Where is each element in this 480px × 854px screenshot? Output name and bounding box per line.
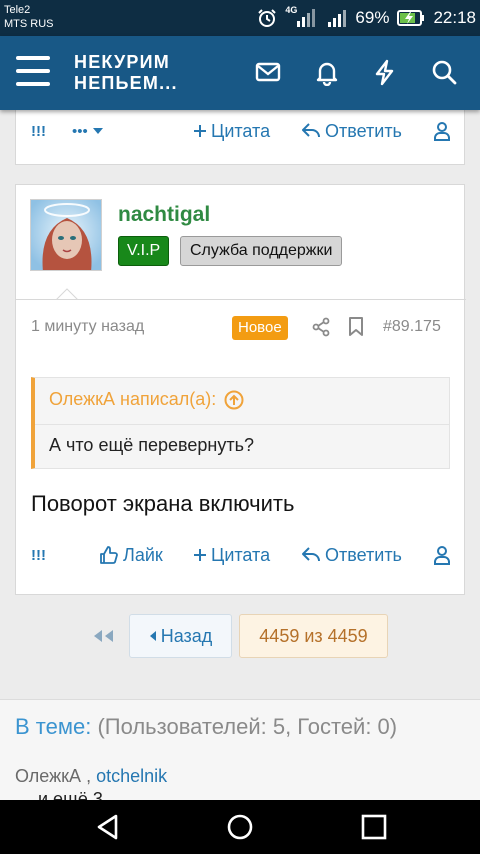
carrier-1: Tele2 xyxy=(4,4,31,16)
carrier-2: MTS RUS xyxy=(4,18,54,30)
topic-visitors: В теме: (Пользователей: 5, Гостей: 0) Ол… xyxy=(0,699,480,800)
site-logo[interactable]: НЕКУРИМ НЕПЬЕМ... xyxy=(74,52,178,94)
alarm-icon xyxy=(258,9,277,27)
quote-button[interactable]: Цитата xyxy=(193,111,270,151)
post-number-link[interactable]: #89.175 xyxy=(383,318,441,336)
more-label: ••• xyxy=(72,122,88,140)
carrier-info: Tele2 MTS RUS xyxy=(4,3,54,31)
visitor-user-1[interactable]: ОлежкА xyxy=(15,766,81,786)
quote-label: Цитата xyxy=(211,120,271,141)
quote-header[interactable]: ОлежкА написал(а): xyxy=(49,389,244,410)
report-label: !!! xyxy=(31,122,46,140)
post-message: Поворот экрана включить xyxy=(31,491,295,516)
first-page-icon[interactable] xyxy=(90,614,120,658)
previous-page-button[interactable]: Назад xyxy=(129,614,232,658)
back-icon[interactable] xyxy=(94,813,122,841)
quote-label: Цитата xyxy=(211,544,271,565)
like-label: Лайк xyxy=(123,544,163,565)
battery-percent: 69% xyxy=(355,8,390,27)
reply-icon xyxy=(302,547,320,562)
avatar[interactable] xyxy=(30,199,102,271)
visitor-user-2[interactable]: otchelnik xyxy=(96,766,167,786)
back-label: Назад xyxy=(160,625,213,646)
status-bar: Tele2 MTS RUS 4G 69% 22:18 xyxy=(0,0,480,36)
previous-post-card: !!! ••• Цитата Ответить xyxy=(15,110,465,165)
quote-block: ОлежкА написал(а): А что ещё перевернуть… xyxy=(31,377,450,469)
quote-divider xyxy=(35,424,449,425)
post-header-divider xyxy=(16,299,466,300)
signal-icon xyxy=(328,10,347,27)
visitor-list: ОлежкА , otchelnik xyxy=(15,766,167,787)
clock: 22:18 xyxy=(433,8,476,27)
post-actions: !!! Лайк Цитата Ответить xyxy=(16,535,466,575)
search-icon[interactable] xyxy=(430,58,458,86)
status-icons: 4G 69% 22:18 xyxy=(257,0,476,36)
quote-author: ОлежкА написал(а): xyxy=(49,389,217,409)
bell-icon[interactable] xyxy=(313,58,341,87)
app-header: НЕКУРИМ НЕПЬЕМ... xyxy=(0,36,480,110)
visitor-more[interactable]: … и ещё 3 xyxy=(15,789,103,800)
thread-content: !!! ••• Цитата Ответить nachtigal V.I.P … xyxy=(0,110,480,800)
vip-badge: V.I.P xyxy=(118,236,170,266)
thumbs-up-icon xyxy=(100,546,118,564)
user-icon[interactable] xyxy=(433,535,451,575)
user-icon[interactable] xyxy=(433,111,451,151)
post-time[interactable]: 1 минуту назад xyxy=(31,318,144,336)
visitor-stats: (Пользователей: 5, Гостей: 0) xyxy=(97,714,398,739)
quote-text: А что ещё перевернуть? xyxy=(49,435,255,455)
more-menu-button[interactable]: ••• xyxy=(72,111,104,151)
logo-line-2: НЕПЬЕМ... xyxy=(74,73,178,93)
report-button[interactable]: !!! xyxy=(31,535,46,575)
reply-label: Ответить xyxy=(325,120,402,141)
recent-apps-icon[interactable] xyxy=(361,813,387,841)
post-card: nachtigal V.I.P Служба поддержки 1 минут… xyxy=(15,184,466,595)
reply-button[interactable]: Ответить xyxy=(301,111,402,151)
like-button[interactable]: Лайк xyxy=(99,535,163,575)
menu-icon[interactable] xyxy=(16,56,50,86)
bookmark-icon[interactable] xyxy=(347,316,365,341)
page-counter[interactable]: 4459 из 4459 xyxy=(239,614,388,658)
mail-icon[interactable] xyxy=(254,58,282,86)
lightning-icon[interactable] xyxy=(371,58,399,86)
report-label: !!! xyxy=(31,546,46,564)
reply-icon xyxy=(302,123,320,138)
logo-line-1: НЕКУРИМ xyxy=(74,52,170,72)
signal-4g-icon: 4G xyxy=(285,5,319,29)
previous-post-actions: !!! ••• Цитата Ответить xyxy=(16,111,466,151)
reply-button[interactable]: Ответить xyxy=(301,535,402,575)
new-badge: Новое xyxy=(232,316,288,340)
plus-icon xyxy=(194,549,206,561)
arrow-up-circle-icon[interactable] xyxy=(224,390,244,410)
in-topic-label: В теме: xyxy=(15,714,92,739)
page-info: 4459 из 4459 xyxy=(259,625,368,646)
quote-button[interactable]: Цитата xyxy=(193,535,270,575)
username-link[interactable]: nachtigal xyxy=(118,203,210,227)
caret-left-icon xyxy=(149,631,156,641)
caret-down-icon xyxy=(92,128,103,134)
report-button[interactable]: !!! xyxy=(31,111,46,151)
role-badge: Служба поддержки xyxy=(180,236,343,266)
share-icon[interactable] xyxy=(311,317,331,342)
visitor-separator: , xyxy=(86,766,92,786)
topic-visitors-heading: В теме: (Пользователей: 5, Гостей: 0) xyxy=(15,714,397,740)
home-icon[interactable] xyxy=(226,813,254,841)
plus-icon xyxy=(194,125,206,137)
reply-label: Ответить xyxy=(325,544,402,565)
system-nav-bar xyxy=(0,800,480,854)
battery-charging-icon xyxy=(397,10,425,26)
